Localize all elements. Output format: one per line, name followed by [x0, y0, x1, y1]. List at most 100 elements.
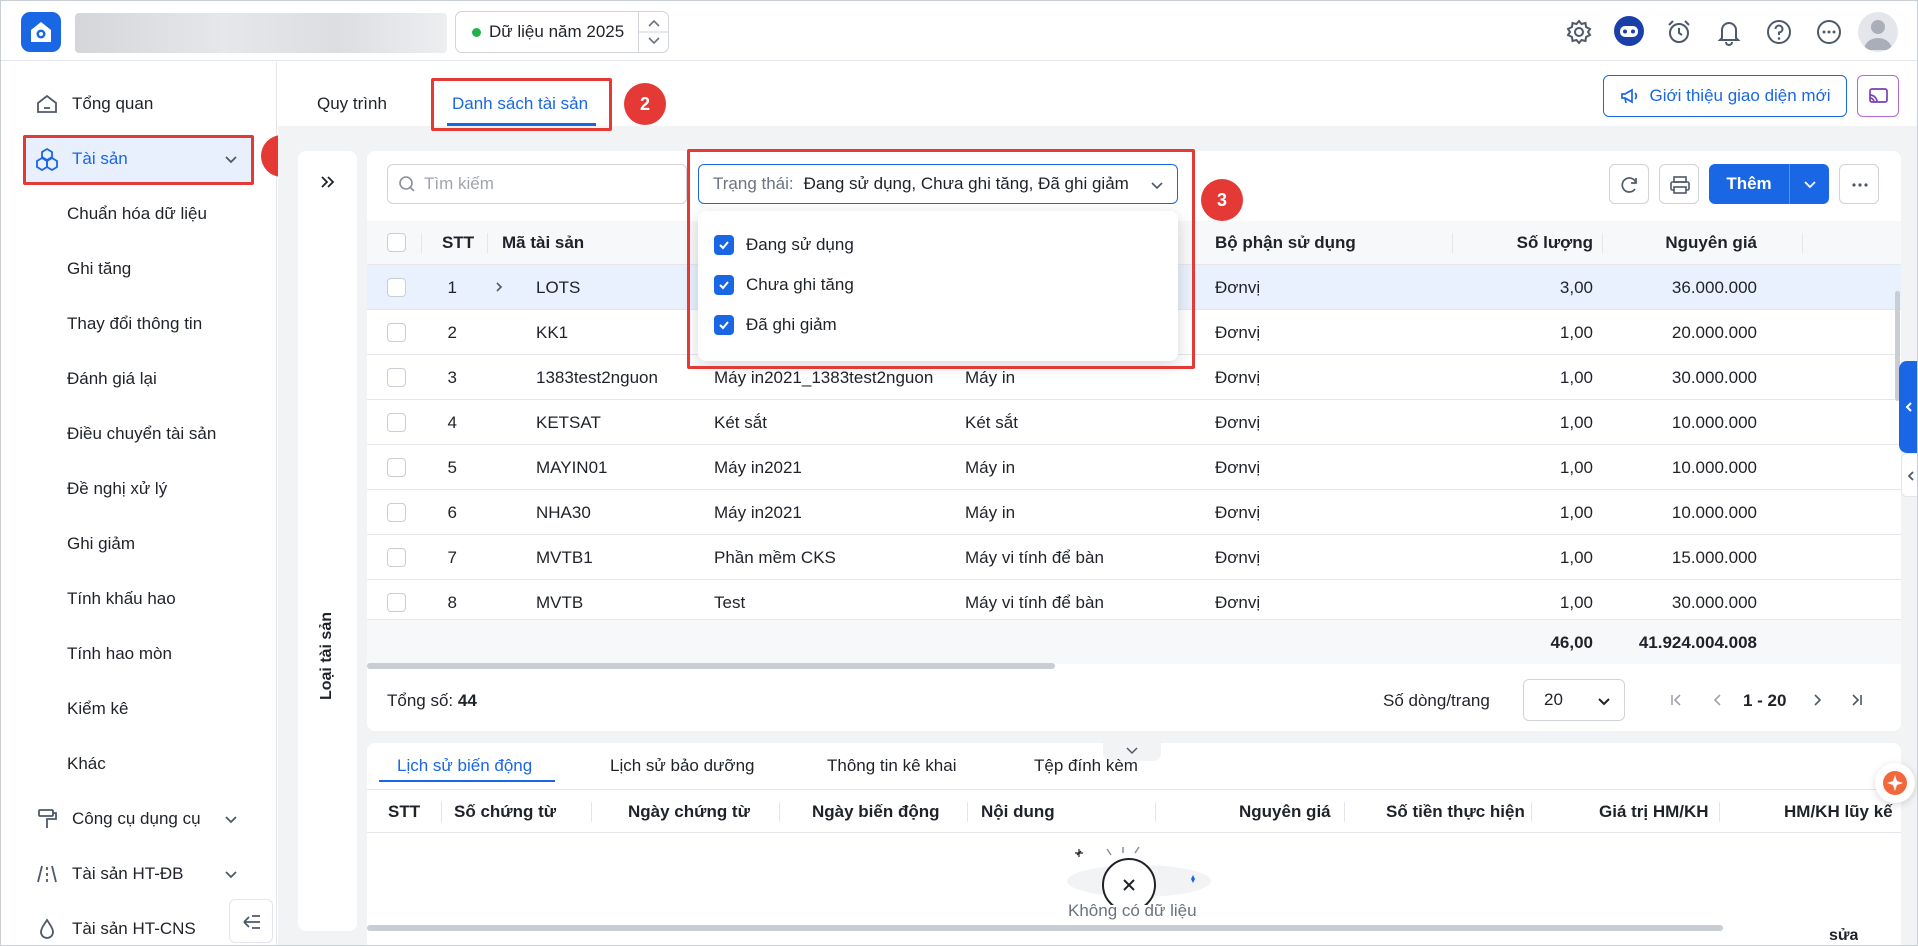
assistant-icon[interactable]	[1613, 15, 1645, 47]
cell-dept: Đơnvị	[1215, 593, 1261, 612]
cell-code: LOTS	[536, 278, 581, 297]
right-panel-tab[interactable]	[1899, 361, 1917, 453]
tab-process[interactable]: Quy trình	[317, 94, 387, 114]
chevron-down-icon	[221, 149, 241, 169]
tab-maintenance-history[interactable]: Lịch sử bảo dưỡng	[610, 756, 755, 776]
sidebar-subitem[interactable]: Ghi tăng	[67, 259, 131, 279]
sidebar-item-label: Công cụ dụng cụ	[72, 809, 201, 828]
tools-icon	[35, 807, 59, 831]
settings-icon[interactable]	[1565, 18, 1593, 46]
sidebar-subitem[interactable]: Đề nghị xử lý	[67, 479, 167, 499]
tab-attachments[interactable]: Tệp đính kèm	[1034, 756, 1138, 776]
sidebar-item-tools[interactable]: Công cụ dụng cụ	[1, 797, 277, 841]
row-checkbox[interactable]	[387, 323, 406, 342]
row-checkbox[interactable]	[387, 278, 406, 297]
filter-highlight-box	[687, 149, 1195, 369]
print-button[interactable]	[1659, 164, 1699, 204]
add-button[interactable]: Thêm	[1709, 164, 1829, 204]
horizontal-scrollbar[interactable]	[367, 663, 1055, 669]
table-total-row: 46,00 41.924.004.008	[367, 620, 1901, 664]
bell-icon[interactable]	[1715, 18, 1743, 46]
detail-header: HM/KH lũy kế	[1784, 802, 1893, 821]
next-page-icon[interactable]	[1807, 690, 1827, 710]
sidebar-subitem[interactable]: Chuẩn hóa dữ liệu	[67, 204, 207, 224]
cell-qty: 3,00	[1559, 278, 1593, 297]
cell-qty: 1,00	[1559, 413, 1593, 432]
select-all-checkbox[interactable]	[387, 233, 406, 252]
alarm-icon[interactable]	[1665, 18, 1693, 46]
table-row[interactable]: 8 MVTB Test Máy vi tính để bàn Đơnvị 1,0…	[367, 580, 1901, 620]
add-dropdown-toggle[interactable]	[1789, 164, 1829, 204]
year-selector[interactable]: Dữ liệu năm 2025	[455, 11, 669, 53]
tab-declaration[interactable]: Thông tin kê khai	[827, 756, 956, 776]
ai-assistant-button[interactable]	[1875, 763, 1915, 803]
more-actions-button[interactable]	[1839, 164, 1879, 204]
sidebar-subitem[interactable]: Ghi giảm	[67, 534, 135, 554]
cell-cost: 36.000.000	[1671, 278, 1757, 297]
more-icon[interactable]	[1815, 18, 1843, 46]
cell-qty: 1,00	[1559, 368, 1593, 387]
cast-button[interactable]	[1857, 75, 1899, 117]
sidebar-subitem[interactable]: Tính hao mòn	[67, 644, 172, 664]
sidebar-subitem[interactable]: Tính khấu hao	[67, 589, 176, 609]
search-placeholder: Tìm kiếm	[424, 174, 494, 193]
help-icon[interactable]	[1765, 18, 1793, 46]
cell-dept: Đơnvị	[1215, 458, 1261, 477]
cell-stt: 6	[447, 503, 457, 522]
first-page-icon[interactable]	[1666, 690, 1686, 710]
sidebar-item-road[interactable]: Tài sản HT-ĐB	[1, 852, 277, 896]
row-checkbox[interactable]	[387, 413, 406, 432]
expand-icon[interactable]	[317, 171, 339, 193]
sidebar-subitem[interactable]: Điều chuyển tài sản	[67, 424, 216, 444]
row-checkbox[interactable]	[387, 458, 406, 477]
tab-highlight-box	[431, 78, 612, 131]
refresh-button[interactable]	[1609, 164, 1649, 204]
row-checkbox[interactable]	[387, 548, 406, 567]
tab-change-history[interactable]: Lịch sử biến động	[397, 756, 532, 776]
avatar[interactable]	[1858, 12, 1898, 52]
intro-new-ui-button[interactable]: Giới thiệu giao diện mới	[1603, 75, 1847, 117]
row-checkbox[interactable]	[387, 368, 406, 387]
last-page-icon[interactable]	[1847, 690, 1867, 710]
sidebar-subitem[interactable]: Đánh giá lại	[67, 369, 157, 389]
add-button-label: Thêm	[1726, 174, 1772, 193]
intro-button-label: Giới thiệu giao diện mới	[1649, 86, 1831, 105]
sidebar-subitem[interactable]: Thay đổi thông tin	[67, 314, 202, 334]
detail-header: Ngày biến động	[812, 802, 940, 821]
search-input[interactable]: Tìm kiếm	[387, 164, 687, 204]
rows-per-page-value: 20	[1544, 690, 1563, 709]
app-logo[interactable]	[21, 12, 61, 52]
sidebar-subitem[interactable]: Kiểm kê	[67, 699, 128, 719]
row-checkbox[interactable]	[387, 503, 406, 522]
detail-horizontal-scrollbar[interactable]	[367, 925, 1723, 931]
cell-stt: 2	[447, 323, 457, 342]
chevron-down-icon	[221, 864, 241, 884]
sidebar-subitem[interactable]: Khác	[67, 754, 106, 774]
sidebar-item-assets[interactable]: Tài sản	[1, 137, 277, 181]
year-spinner[interactable]	[638, 12, 669, 52]
cell-name: Két sắt	[714, 413, 767, 432]
column-separator	[1719, 802, 1720, 822]
detail-header: Nội dung	[981, 802, 1055, 821]
home-icon	[35, 92, 59, 116]
collapse-sidebar-button[interactable]	[229, 899, 273, 943]
step-badge-2: 2	[624, 83, 666, 125]
expand-row-icon[interactable]	[491, 279, 507, 295]
table-row[interactable]: 6 NHA30 Máy in2021 Máy in Đơnvị 1,00 10.…	[367, 490, 1901, 535]
header-qty: Số lượng	[1516, 233, 1593, 252]
column-separator	[1531, 802, 1532, 822]
empty-state-text: Không có dữ liệu	[1068, 901, 1197, 920]
table-row[interactable]: 7 MVTB1 Phần mềm CKS Máy vi tính để bàn …	[367, 535, 1901, 580]
cell-code: MAYIN01	[536, 458, 608, 477]
asset-type-panel[interactable]: Loại tài sản	[298, 151, 357, 931]
column-separator	[1344, 802, 1345, 822]
table-row[interactable]: 5 MAYIN01 Máy in2021 Máy in Đơnvị 1,00 1…	[367, 445, 1901, 490]
table-row[interactable]: 4 KETSAT Két sắt Két sắt Đơnvị 1,00 10.0…	[367, 400, 1901, 445]
right-collapse-tab[interactable]	[1901, 453, 1917, 497]
total-count: Tổng số: 44	[387, 691, 477, 711]
rows-per-page-select[interactable]: 20	[1523, 679, 1625, 721]
row-checkbox[interactable]	[387, 593, 406, 612]
prev-page-icon[interactable]	[1708, 690, 1728, 710]
sidebar-item-overview[interactable]: Tổng quan	[1, 82, 277, 126]
cell-cost: 15.000.000	[1671, 548, 1757, 567]
